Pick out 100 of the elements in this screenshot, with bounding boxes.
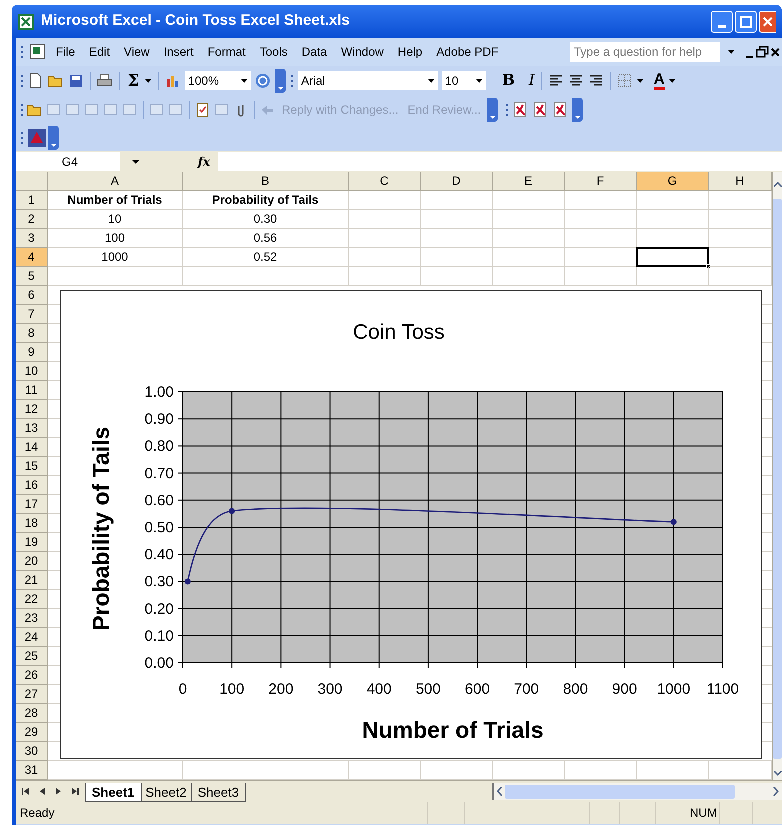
row-header[interactable]: 13 (16, 419, 48, 438)
menu-item[interactable]: Edit (89, 43, 110, 61)
row-header[interactable]: 23 (16, 609, 48, 628)
sheet-tab[interactable]: Sheet1 (85, 783, 142, 802)
dropdown-caret-icon[interactable] (145, 78, 152, 82)
pdf-icon[interactable] (513, 102, 530, 118)
menu-item[interactable]: Window (341, 43, 384, 61)
dropdown-caret-icon[interactable] (428, 78, 436, 82)
table-cell[interactable]: Number of Trials (48, 191, 183, 210)
row-header[interactable]: 20 (16, 552, 48, 571)
italic-button[interactable]: I (529, 69, 535, 92)
first-sheet-icon[interactable] (22, 787, 30, 796)
row-header[interactable]: 11 (16, 381, 48, 400)
toolbar-options-button[interactable] (275, 68, 286, 92)
bold-button[interactable]: B (502, 69, 515, 92)
data-point[interactable] (670, 519, 677, 526)
row-header[interactable]: 8 (16, 324, 48, 343)
data-line[interactable] (187, 508, 674, 582)
align-left-icon[interactable] (548, 72, 564, 88)
clipboard-icon[interactable] (195, 102, 211, 118)
row-header[interactable]: 14 (16, 438, 48, 457)
dropdown-caret-icon[interactable] (668, 78, 676, 82)
new-document-icon[interactable] (28, 72, 44, 88)
align-center-icon[interactable] (568, 72, 584, 88)
chart-frame[interactable]: 0 100 200 300 400 500 600 700 800 900 1000 1100 0.00 0.10 0.20 0.30 0.40 0.50 0.60 0.70 0.80 0.90 1.00 Coin Toss Number of Trials Probability of Tails (60, 290, 762, 759)
row-header[interactable]: 19 (16, 533, 48, 552)
dropdown-caret-icon[interactable] (728, 50, 735, 54)
chevron-down-icon[interactable] (574, 116, 581, 119)
toolbar-grip-icon[interactable] (290, 72, 294, 88)
previous-sheet-icon[interactable] (39, 787, 46, 796)
dropdown-arrow-icon[interactable] (132, 160, 140, 164)
row-header[interactable]: 4 (16, 248, 48, 267)
help-icon[interactable] (255, 72, 272, 88)
row-header[interactable]: 21 (16, 571, 48, 590)
chevron-down-icon[interactable] (490, 116, 496, 119)
row-header[interactable]: 31 (16, 761, 48, 780)
row-header[interactable]: 5 (16, 267, 48, 286)
sheet-tab[interactable]: Sheet3 (190, 783, 246, 802)
row-header[interactable]: 15 (16, 457, 48, 476)
toolbar-options-button[interactable] (572, 98, 584, 122)
dropdown-caret-icon[interactable] (636, 78, 644, 82)
column-header[interactable]: B (183, 172, 349, 191)
toolbar-grip-icon[interactable] (20, 44, 24, 60)
column-header[interactable]: A (48, 172, 183, 191)
table-cell[interactable]: 0.30 (183, 210, 349, 229)
scroll-thumb[interactable] (773, 199, 782, 759)
toolbar-grip-icon[interactable] (505, 102, 510, 118)
close-button[interactable] (759, 10, 776, 32)
horizontal-scrollbar[interactable] (492, 783, 782, 800)
column-header[interactable]: E (493, 172, 565, 191)
last-sheet-icon[interactable] (71, 787, 79, 796)
data-point[interactable] (184, 578, 191, 585)
align-right-icon[interactable] (588, 72, 604, 88)
toolbar-options-button[interactable] (48, 126, 59, 150)
font-field[interactable]: Arial (298, 71, 438, 90)
formula-input[interactable] (218, 152, 782, 171)
table-cell[interactable]: 10 (48, 210, 183, 229)
row-header[interactable]: 16 (16, 476, 48, 495)
table-cell[interactable]: 1000 (48, 248, 183, 267)
font-size-field[interactable]: 10 (442, 71, 486, 90)
row-header[interactable]: 24 (16, 628, 48, 647)
menu-item[interactable]: File (56, 43, 76, 61)
row-header[interactable]: 26 (16, 666, 48, 685)
row-header[interactable]: 27 (16, 685, 48, 704)
chevron-down-icon[interactable] (50, 144, 56, 147)
dropdown-caret-icon[interactable] (241, 78, 248, 82)
row-header[interactable]: 25 (16, 647, 48, 666)
vertical-scrollbar[interactable] (772, 172, 782, 780)
menu-item[interactable]: Tools (260, 43, 288, 61)
zoom-field[interactable]: 100% (185, 71, 252, 90)
column-header[interactable]: C (349, 172, 421, 191)
maximize-button[interactable] (735, 10, 757, 32)
autosum-button[interactable]: Σ (126, 68, 142, 92)
scroll-thumb[interactable] (505, 784, 735, 798)
column-header[interactable]: F (565, 172, 637, 191)
dropdown-caret-icon[interactable] (476, 78, 484, 82)
row-header[interactable]: 29 (16, 723, 48, 742)
menu-item[interactable]: Adobe PDF (436, 43, 499, 61)
menu-item[interactable]: View (124, 43, 150, 61)
toolbar-options-button[interactable] (487, 98, 498, 122)
row-header[interactable]: 6 (16, 286, 48, 305)
table-cell[interactable]: 100 (48, 229, 183, 248)
document-icon[interactable] (30, 44, 46, 60)
scroll-down-icon[interactable] (774, 771, 782, 776)
column-header[interactable]: G (637, 172, 709, 191)
data-point[interactable] (229, 508, 236, 514)
scroll-left-icon[interactable] (497, 787, 503, 796)
row-header[interactable]: 3 (16, 229, 48, 248)
scroll-up-icon[interactable] (774, 182, 782, 187)
row-header[interactable]: 7 (16, 305, 48, 324)
row-header[interactable]: 17 (16, 495, 48, 514)
table-cell[interactable]: 0.52 (183, 248, 349, 267)
minimize-button[interactable] (711, 10, 733, 32)
help-search-field[interactable]: Type a question for help (570, 42, 720, 62)
name-box[interactable]: G4 (16, 152, 120, 171)
row-header[interactable]: 9 (16, 343, 48, 362)
table-cell[interactable]: 0.56 (183, 229, 349, 248)
print-icon[interactable] (97, 72, 113, 88)
column-header[interactable]: D (421, 172, 493, 191)
menu-item[interactable]: Insert (164, 43, 194, 61)
